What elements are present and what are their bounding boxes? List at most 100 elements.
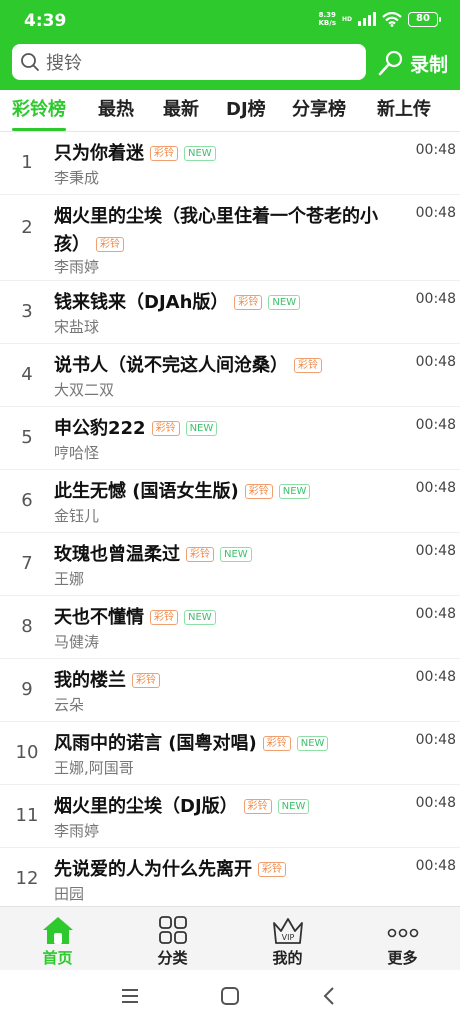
song-title: 说书人（说不完这人间沧桑） [54, 355, 288, 376]
nav-category[interactable]: 分类 [115, 907, 230, 971]
system-nav-bar [0, 970, 460, 1024]
song-title-line: 此生无憾 (国语女生版) 彩铃 NEW [54, 478, 402, 506]
category-tabs: 彩铃榜 最热 最新 DJ榜 分享榜 新上传 [0, 90, 460, 132]
home-square-icon[interactable] [220, 986, 240, 1006]
song-title: 烟火里的尘埃（DJ版） [54, 796, 238, 817]
nav-home-label: 首页 [42, 949, 73, 967]
vip-crown-icon: VIP [272, 918, 303, 944]
song-duration: 00:48 [415, 354, 456, 370]
new-badge: NEW [185, 421, 218, 436]
song-title: 风雨中的诺言 (国粤对唱) [54, 733, 257, 754]
song-duration: 00:48 [415, 606, 456, 622]
search-input[interactable]: 搜铃 [12, 44, 366, 80]
ringtone-badge: 彩铃 [96, 237, 124, 252]
song-rank: 3 [21, 301, 33, 322]
nav-mine[interactable]: VIP 我的 [230, 907, 345, 971]
song-duration: 00:48 [415, 543, 456, 559]
record-button[interactable]: 录制 [376, 46, 448, 80]
nav-home[interactable]: 首页 [0, 907, 115, 971]
song-title: 我的楼兰 [54, 670, 126, 691]
song-row[interactable]: 4 说书人（说不完这人间沧桑） 彩铃 大双二双 00:48 [0, 344, 460, 407]
recent-apps-icon[interactable] [120, 986, 140, 1006]
song-title-line: 说书人（说不完这人间沧桑） 彩铃 [54, 352, 402, 380]
song-artist: 王娜 [54, 570, 85, 588]
song-artist: 李秉成 [54, 169, 100, 187]
record-label: 录制 [410, 53, 449, 76]
ringtone-badge: 彩铃 [150, 610, 178, 625]
song-artist: 王娜,阿国哥 [54, 759, 134, 777]
net-speed: 8.39 KB/s [318, 11, 336, 27]
song-row[interactable]: 2 烟火里的尘埃（我心里住着一个苍老的小孩） 彩铃 李雨婷 00:48 [0, 195, 460, 281]
ringtone-badge: 彩铃 [186, 547, 214, 562]
svg-text:VIP: VIP [281, 933, 294, 942]
song-title-line: 只为你着迷 彩铃 NEW [54, 140, 402, 168]
song-title-line: 风雨中的诺言 (国粤对唱) 彩铃 NEW [54, 730, 402, 758]
search-placeholder: 搜铃 [46, 53, 82, 74]
song-rank: 6 [21, 490, 33, 511]
song-rank: 4 [21, 364, 33, 385]
battery-indicator: 80 [408, 11, 441, 27]
song-row[interactable]: 3 钱来钱来（DJAh版） 彩铃 NEW 宋盐球 00:48 [0, 281, 460, 344]
song-row[interactable]: 12 先说爱的人为什么先离开 彩铃 田园 00:48 [0, 848, 460, 911]
new-badge: NEW [268, 295, 301, 310]
song-title-line: 玫瑰也曾温柔过 彩铃 NEW [54, 541, 402, 569]
back-icon[interactable] [320, 986, 340, 1006]
song-rank: 5 [21, 427, 33, 448]
song-row[interactable]: 5 申公豹222 彩铃 NEW 哼哈怪 00:48 [0, 407, 460, 470]
song-rank: 11 [15, 805, 39, 826]
song-row[interactable]: 7 玫瑰也曾温柔过 彩铃 NEW 王娜 00:48 [0, 533, 460, 596]
tab-ring-chart[interactable]: 彩铃榜 [12, 90, 66, 132]
nav-category-label: 分类 [157, 949, 188, 967]
song-duration: 00:48 [415, 205, 456, 221]
song-duration: 00:48 [415, 732, 456, 748]
wifi-icon [382, 11, 402, 27]
song-title-line: 申公豹222 彩铃 NEW [54, 415, 402, 443]
more-dots-icon [387, 928, 418, 938]
song-title: 只为你着迷 [54, 143, 144, 164]
song-duration: 00:48 [415, 858, 456, 874]
new-badge: NEW [277, 799, 310, 814]
signal-bars-icon [358, 12, 376, 26]
ringtone-badge: 彩铃 [151, 421, 180, 436]
song-rank: 12 [15, 868, 39, 889]
new-badge: NEW [220, 547, 252, 562]
song-row[interactable]: 11 烟火里的尘埃（DJ版） 彩铃 NEW 李雨婷 00:48 [0, 785, 460, 848]
ringtone-badge: 彩铃 [132, 673, 160, 688]
song-duration: 00:48 [415, 795, 456, 811]
song-list: 1 只为你着迷 彩铃 NEW 李秉成 00:48 2 烟火里的尘埃（我心里住着一个苍老的小孩）… [0, 132, 460, 911]
status-bar: 4:39 8.39 KB/s HD 80 [0, 0, 460, 40]
song-row[interactable]: 8 天也不懂情 彩铃 NEW 马健涛 00:48 [0, 596, 460, 659]
status-icons: 8.39 KB/s HD 80 [318, 11, 441, 27]
new-badge: NEW [184, 146, 216, 161]
search-icon [21, 53, 39, 71]
new-badge: NEW [184, 610, 216, 625]
song-artist: 田园 [54, 885, 85, 903]
tab-share-chart[interactable]: 分享榜 [292, 90, 346, 132]
song-title-line: 钱来钱来（DJAh版） 彩铃 NEW [54, 289, 402, 317]
nav-more[interactable]: 更多 [345, 907, 460, 971]
song-row[interactable]: 6 此生无憾 (国语女生版) 彩铃 NEW 金钰儿 00:48 [0, 470, 460, 533]
song-title: 此生无憾 (国语女生版) [54, 481, 239, 502]
song-title: 玫瑰也曾温柔过 [54, 544, 180, 565]
song-artist: 云朵 [54, 696, 85, 714]
song-duration: 00:48 [415, 417, 456, 433]
top-header: 4:39 8.39 KB/s HD 80 搜铃 录制 [0, 0, 460, 90]
song-rank: 8 [21, 616, 33, 637]
song-duration: 00:48 [415, 291, 456, 307]
song-artist: 马健涛 [54, 633, 100, 651]
song-title: 天也不懂情 [54, 607, 144, 628]
song-artist: 哼哈怪 [54, 444, 100, 462]
song-row[interactable]: 1 只为你着迷 彩铃 NEW 李秉成 00:48 [0, 132, 460, 195]
song-title-line: 天也不懂情 彩铃 NEW [54, 604, 402, 632]
song-row[interactable]: 10 风雨中的诺言 (国粤对唱) 彩铃 NEW 王娜,阿国哥 00:48 [0, 722, 460, 785]
tab-new-upload[interactable]: 新上传 [377, 90, 431, 132]
song-artist: 李雨婷 [54, 822, 100, 840]
song-row[interactable]: 9 我的楼兰 彩铃 云朵 00:48 [0, 659, 460, 722]
song-artist: 大双二双 [54, 381, 115, 399]
tab-dj-chart[interactable]: DJ榜 [226, 90, 266, 132]
tab-hottest[interactable]: 最热 [98, 90, 134, 132]
status-time: 4:39 [24, 11, 67, 31]
new-badge: NEW [278, 484, 311, 499]
tab-newest[interactable]: 最新 [163, 90, 199, 132]
song-duration: 00:48 [415, 142, 456, 158]
